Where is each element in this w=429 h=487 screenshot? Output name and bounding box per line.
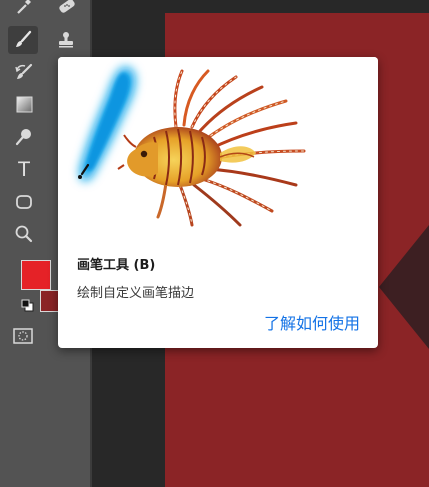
gradient-tool[interactable] [9, 90, 39, 118]
type-icon: T [17, 158, 31, 181]
brush-tool-tooltip: 画笔工具 (B) 绘制自定义画笔描边 了解如何使用 [58, 57, 378, 348]
bandage-icon [56, 0, 78, 16]
zoom-tool[interactable] [9, 220, 39, 248]
gradient-icon [14, 94, 34, 114]
brush-tool[interactable] [8, 26, 38, 54]
history-brush-tool[interactable] [9, 58, 39, 86]
healing-brush-tool[interactable] [52, 0, 82, 20]
type-tool[interactable]: T [9, 156, 39, 184]
foreground-color-swatch[interactable] [21, 260, 51, 290]
canvas-dark-shape [379, 225, 429, 349]
clone-stamp-tool[interactable] [51, 26, 81, 54]
tooltip-title: 画笔工具 (B) [77, 258, 156, 273]
learn-more-link[interactable]: 了解如何使用 [264, 310, 360, 334]
default-colors-icon[interactable] [21, 298, 35, 312]
stamp-icon [56, 30, 76, 50]
eyedropper-icon [14, 0, 34, 16]
tooltip-description: 绘制自定义画笔描边 [77, 286, 195, 301]
rounded-rectangle-icon [14, 192, 34, 212]
dodge-icon [14, 127, 34, 147]
shape-tool[interactable] [9, 188, 39, 216]
dodge-tool[interactable] [9, 123, 39, 151]
eyedropper-tool[interactable] [9, 0, 39, 20]
history-brush-icon [14, 62, 34, 82]
brush-icon [13, 30, 33, 50]
photoshop-window: T 画笔工具 (B) 绘制自定义画笔描边 了解如何使用 [0, 0, 429, 487]
tooltip-preview-image [58, 57, 378, 237]
quick-mask-icon[interactable] [12, 326, 34, 346]
magnifier-icon [14, 224, 34, 244]
